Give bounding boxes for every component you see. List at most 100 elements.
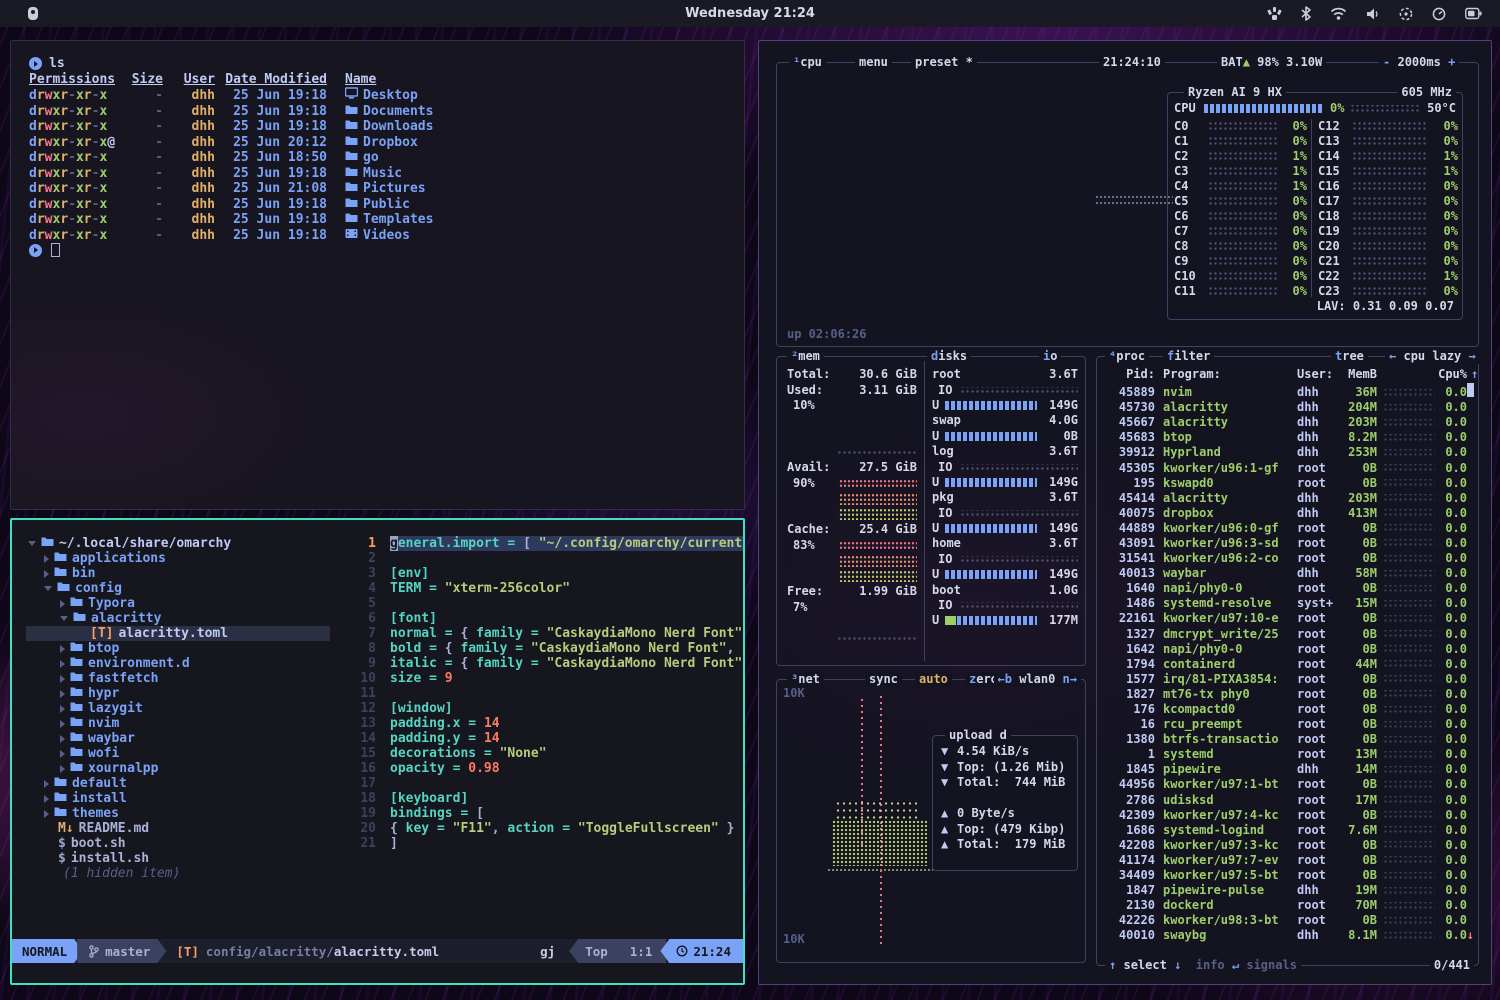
tree-item-waybar[interactable]: waybar [12,731,342,746]
code-line-16[interactable]: 16opacity = 0.98 [342,761,745,776]
code-line-7[interactable]: 7normal = { family = "CaskaydiaMono Nerd… [342,626,745,641]
net-box-title[interactable]: ³net [787,672,824,687]
tree-item-alacritty.toml[interactable]: [T]alacritty.toml [12,626,342,641]
code-line-11[interactable]: 11 [342,686,745,701]
tree-item-config[interactable]: config [12,581,342,596]
process-row[interactable]: 41174kworker/u97:7-evroot0B0.0 [1107,853,1462,868]
terminal-prompt-empty[interactable] [29,243,744,257]
tree-item-hypr[interactable]: hypr [12,686,342,701]
code-line-4[interactable]: 4TERM = "xterm-256color" [342,581,745,596]
preset-button[interactable]: preset * [911,55,977,70]
process-row[interactable]: 45667alacrittydhh203M0.0 [1107,415,1462,430]
process-row[interactable]: 44889kworker/u96:0-gfroot0B0.0 [1107,521,1462,536]
process-row[interactable]: 45414alacrittydhh203M0.0 [1107,491,1462,506]
tree-item-fastfetch[interactable]: fastfetch [12,671,342,686]
process-row[interactable]: 43091kworker/u96:3-sdroot0B0.0 [1107,536,1462,551]
process-row[interactable]: 2786udisksdroot17M0.0 [1107,793,1462,808]
process-row[interactable]: 1systemdroot13M0.0 [1107,747,1462,762]
code-line-21[interactable]: 21] [342,836,745,851]
code-line-13[interactable]: 13padding.x = 14 [342,716,745,731]
interval-control[interactable]: - 2000ms + [1379,55,1459,70]
menu-button[interactable]: menu [855,55,892,70]
process-row[interactable]: 42226kworker/u98:3-btroot0B0.0 [1107,913,1462,928]
wifi-icon[interactable] [1330,7,1347,20]
process-row[interactable]: 1380btrfs-transactioroot0B0.0 [1107,732,1462,747]
net-auto-button[interactable]: auto [915,672,952,687]
process-row[interactable]: 1847pipewire-pulsedhh19M0.0 [1107,883,1462,898]
process-row[interactable]: 22161kworker/u97:10-eroot0B0.0 [1107,611,1462,626]
io-toggle[interactable]: io [1039,349,1061,364]
disks-title[interactable]: disks [927,349,971,364]
cpu-box-title[interactable]: ¹cpu [789,55,826,70]
process-row[interactable]: 16rcu_preemptroot0B0.0 [1107,717,1462,732]
tree-item-themes[interactable]: themes [12,806,342,821]
proc-box-title[interactable]: ⁴proc [1105,349,1149,364]
process-row[interactable]: 1642napi/phy0-0root0B0.0 [1107,642,1462,657]
process-row[interactable]: 39912Hyprlanddhh253M0.0 [1107,445,1462,460]
code-line-2[interactable]: 2 [342,551,745,566]
process-row[interactable]: 45683btopdhh8.2M0.0 [1107,430,1462,445]
tree-item-environment.d[interactable]: environment.d [12,656,342,671]
process-row[interactable]: 1686systemd-logindroot7.6M0.0 [1107,823,1462,838]
tree-item-default[interactable]: default [12,776,342,791]
process-row[interactable]: 195kswapd0root0B0.0 [1107,476,1462,491]
code-line-19[interactable]: 19bindings = [ [342,806,745,821]
tree-item-boot.sh[interactable]: $boot.sh [12,836,342,851]
proc-tree-button[interactable]: tree [1331,349,1368,364]
code-line-10[interactable]: 10size = 9 [342,671,745,686]
code-line-20[interactable]: 20{ key = "F11", action = "ToggleFullscr… [342,821,745,836]
code-line-17[interactable]: 17 [342,776,745,791]
code-line-12[interactable]: 12[window] [342,701,745,716]
process-row[interactable]: 40010swaybgdhh8.1M0.0 [1107,928,1462,943]
tree-item---.local-share-omarchy[interactable]: ~/.local/share/omarchy [12,536,342,551]
updates-icon[interactable] [1267,7,1282,21]
code-line-9[interactable]: 9italic = { family = "CaskaydiaMono Nerd… [342,656,745,671]
process-row[interactable]: 1486systemd-resolvesyst+15M0.0 [1107,596,1462,611]
mem-box-title[interactable]: ²mem [787,349,824,364]
tree-item-alacritty[interactable]: alacritty [12,611,342,626]
tree-item-applications[interactable]: applications [12,551,342,566]
bluetooth-icon[interactable] [1301,6,1311,21]
code-line-15[interactable]: 15decorations = "None" [342,746,745,761]
process-row[interactable]: 45305kworker/u96:1-gfroot0B0.0 [1107,460,1462,475]
code-line-3[interactable]: 3[env] [342,566,745,581]
tree-item-xournalpp[interactable]: xournalpp [12,761,342,776]
battery-icon[interactable] [1465,7,1482,20]
process-row[interactable]: 1827mt76-tx phy0root0B0.0 [1107,687,1462,702]
tree-item--1-hidden-item-[interactable]: (1 hidden item) [12,866,342,881]
process-row[interactable]: 42208kworker/u97:3-kcroot0B0.0 [1107,838,1462,853]
code-line-6[interactable]: 6[font] [342,611,745,626]
process-row[interactable]: 34409kworker/u97:5-btroot0B0.0 [1107,868,1462,883]
code-line-1[interactable]: 1general.import = [ "~/.config/omarchy/c… [342,536,745,551]
proc-sort-control[interactable]: ← cpu lazy → [1385,349,1480,364]
code-line-8[interactable]: 8bold = { family = "CaskaydiaMono Nerd F… [342,641,745,656]
process-row[interactable]: 1640napi/phy0-0root0B0.0 [1107,581,1462,596]
process-row[interactable]: 40013waybardhh58M0.0 [1107,566,1462,581]
process-row[interactable]: 42309kworker/u97:4-kcroot0B0.0 [1107,808,1462,823]
process-row[interactable]: 1794containerdroot44M0.0 [1107,657,1462,672]
process-row[interactable]: 1845pipewiredhh14M0.0 [1107,762,1462,777]
code-line-14[interactable]: 14padding.y = 14 [342,731,745,746]
process-row[interactable]: 40075dropboxdhh413M0.0 [1107,506,1462,521]
tree-item-typora[interactable]: Typora [12,596,342,611]
proc-scrollbar[interactable] [1467,383,1474,397]
process-row[interactable]: 1327dmcrypt_write/25root0B0.0 [1107,627,1462,642]
process-row[interactable]: 1577irq/81-PIXA3854:root0B0.0 [1107,672,1462,687]
tree-item-install[interactable]: install [12,791,342,806]
tree-item-wofi[interactable]: wofi [12,746,342,761]
process-row[interactable]: 31541kworker/u96:2-coroot0B0.0 [1107,551,1462,566]
net-sync-button[interactable]: sync [865,672,902,687]
tree-item-install.sh[interactable]: $install.sh [12,851,342,866]
tree-item-readme.md[interactable]: M↓README.md [12,821,342,836]
record-icon[interactable] [1399,7,1413,21]
tree-item-btop[interactable]: btop [12,641,342,656]
net-interface[interactable]: ←b wlan0 n→ [994,672,1082,687]
code-line-5[interactable]: 5 [342,596,745,611]
process-row[interactable]: 45889nvimdhh36M0.0 [1107,385,1462,400]
proc-filter-button[interactable]: filter [1163,349,1214,364]
gauge-icon[interactable] [1432,7,1446,21]
process-row[interactable]: 2130dockerdroot70M0.0 [1107,898,1462,913]
code-line-18[interactable]: 18[keyboard] [342,791,745,806]
code-editor[interactable]: 1general.import = [ "~/.config/omarchy/c… [342,520,745,939]
net-stats-title[interactable]: upload d [945,728,1011,743]
